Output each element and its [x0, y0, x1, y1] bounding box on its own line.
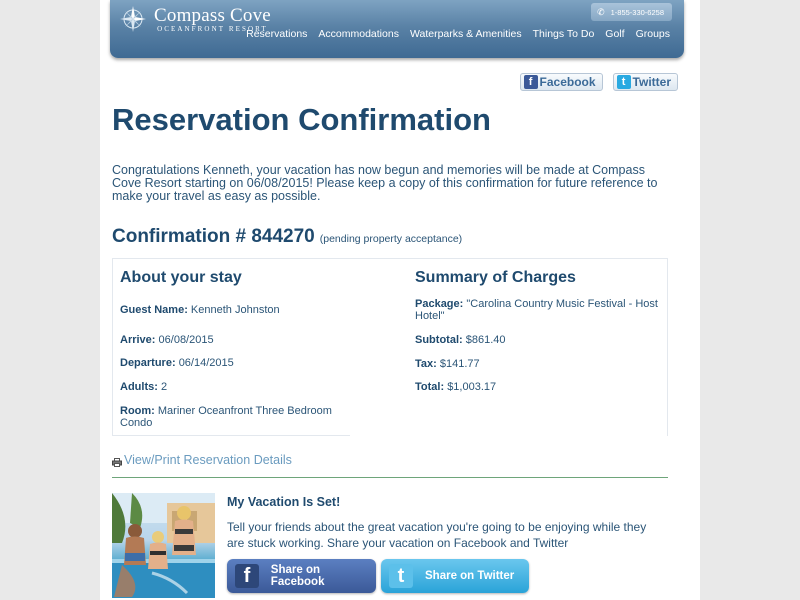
share-on-twitter-button[interactable]: t Share on Twitter — [381, 559, 529, 593]
view-print-details-link[interactable]: View/Print Reservation Details — [112, 453, 292, 467]
package-row: Package: "Carolina Country Music Festiva… — [415, 298, 665, 322]
summary-of-charges: Summary of Charges Package: "Carolina Co… — [415, 269, 665, 393]
subtotal-label: Subtotal: — [415, 334, 463, 346]
adults-row: Adults: 2 — [120, 381, 167, 393]
facebook-link-label: Facebook — [539, 75, 596, 89]
twitter-link-label: Twitter — [632, 75, 671, 89]
confirmation-status: (pending property acceptance) — [319, 233, 463, 245]
vacation-photo — [112, 493, 215, 598]
nav-golf[interactable]: Golf — [605, 28, 624, 40]
departure-label: Departure: — [120, 357, 176, 369]
twitter-icon: t — [389, 564, 413, 588]
compass-logo-icon — [120, 6, 146, 32]
tax-row: Tax: $141.77 — [415, 358, 480, 370]
intro-text: Congratulations Kenneth, your vacation h… — [112, 163, 658, 203]
adults-label: Adults: — [120, 381, 158, 393]
vacation-set-text: Tell your friends about the great vacati… — [227, 520, 647, 550]
share-on-facebook-button[interactable]: f Share on Facebook — [227, 559, 376, 593]
guest-name-value: Kenneth Johnston — [190, 304, 280, 316]
facebook-link-button[interactable]: f Facebook — [519, 73, 603, 91]
printer-icon — [112, 456, 122, 467]
subtotal-row: Subtotal: $861.40 — [415, 334, 506, 346]
charges-heading: Summary of Charges — [415, 269, 576, 286]
adults-value: 2 — [160, 381, 168, 393]
logo-name: Compass Cove — [154, 4, 271, 26]
page-title: Reservation Confirmation — [112, 102, 491, 137]
arrive-value: 06/08/2015 — [158, 334, 214, 346]
facebook-icon: f — [523, 75, 538, 89]
share-twitter-label: Share on Twitter — [425, 570, 515, 582]
guest-name-label: Guest Name: — [120, 304, 188, 316]
main-nav: Reservations Accommodations Waterparks &… — [246, 28, 670, 40]
confirmation-header: Confirmation # 844270 (pending property … — [112, 226, 462, 248]
about-stay-heading: About your stay — [120, 269, 242, 286]
vacation-set-title: My Vacation Is Set! — [227, 495, 341, 509]
tax-label: Tax: — [415, 358, 437, 370]
departure-value: 06/14/2015 — [178, 357, 234, 369]
reservation-details-box: About your stay Guest Name: Kenneth John… — [112, 258, 668, 436]
nav-groups[interactable]: Groups — [636, 28, 670, 40]
package-label: Package: — [415, 298, 464, 310]
share-facebook-label: Share on Facebook — [270, 564, 325, 588]
social-links: f Facebook t Twitter — [519, 73, 678, 91]
arrive-row: Arrive: 06/08/2015 — [120, 334, 214, 346]
confirmation-number: Confirmation # 844270 — [112, 226, 315, 247]
section-divider — [112, 477, 668, 478]
guest-name-row: Guest Name: Kenneth Johnston — [120, 304, 280, 316]
nav-waterparks-amenities[interactable]: Waterparks & Amenities — [410, 28, 522, 40]
total-row: Total: $1,003.17 — [415, 381, 496, 393]
twitter-icon: t — [616, 75, 631, 89]
phone-number: 1-855-330-6258 — [610, 7, 664, 17]
about-your-stay: About your stay Guest Name: Kenneth John… — [120, 269, 350, 429]
twitter-link-button[interactable]: t Twitter — [612, 73, 678, 91]
room-label: Room: — [120, 405, 155, 417]
arrive-label: Arrive: — [120, 334, 156, 346]
phone-badge[interactable]: ✆ 1-855-330-6258 — [591, 3, 672, 21]
room-row: Room: Mariner Oceanfront Three Bedroom C… — [120, 405, 345, 429]
tax-value: $141.77 — [439, 358, 480, 370]
view-print-label: View/Print Reservation Details — [124, 453, 292, 467]
site-header: Compass Cove OCEANFRONT RESORT ✆ 1-855-3… — [110, 0, 684, 58]
phone-icon: ✆ — [597, 6, 605, 17]
box-bottom-border — [112, 435, 350, 436]
subtotal-value: $861.40 — [465, 334, 506, 346]
page: Compass Cove OCEANFRONT RESORT ✆ 1-855-3… — [100, 0, 700, 600]
nav-accommodations[interactable]: Accommodations — [318, 28, 399, 40]
nav-reservations[interactable]: Reservations — [246, 28, 307, 40]
nav-things-to-do[interactable]: Things To Do — [533, 28, 595, 40]
total-value: $1,003.17 — [447, 381, 497, 393]
facebook-icon: f — [235, 564, 259, 588]
departure-row: Departure: 06/14/2015 — [120, 357, 234, 369]
total-label: Total: — [415, 381, 445, 393]
